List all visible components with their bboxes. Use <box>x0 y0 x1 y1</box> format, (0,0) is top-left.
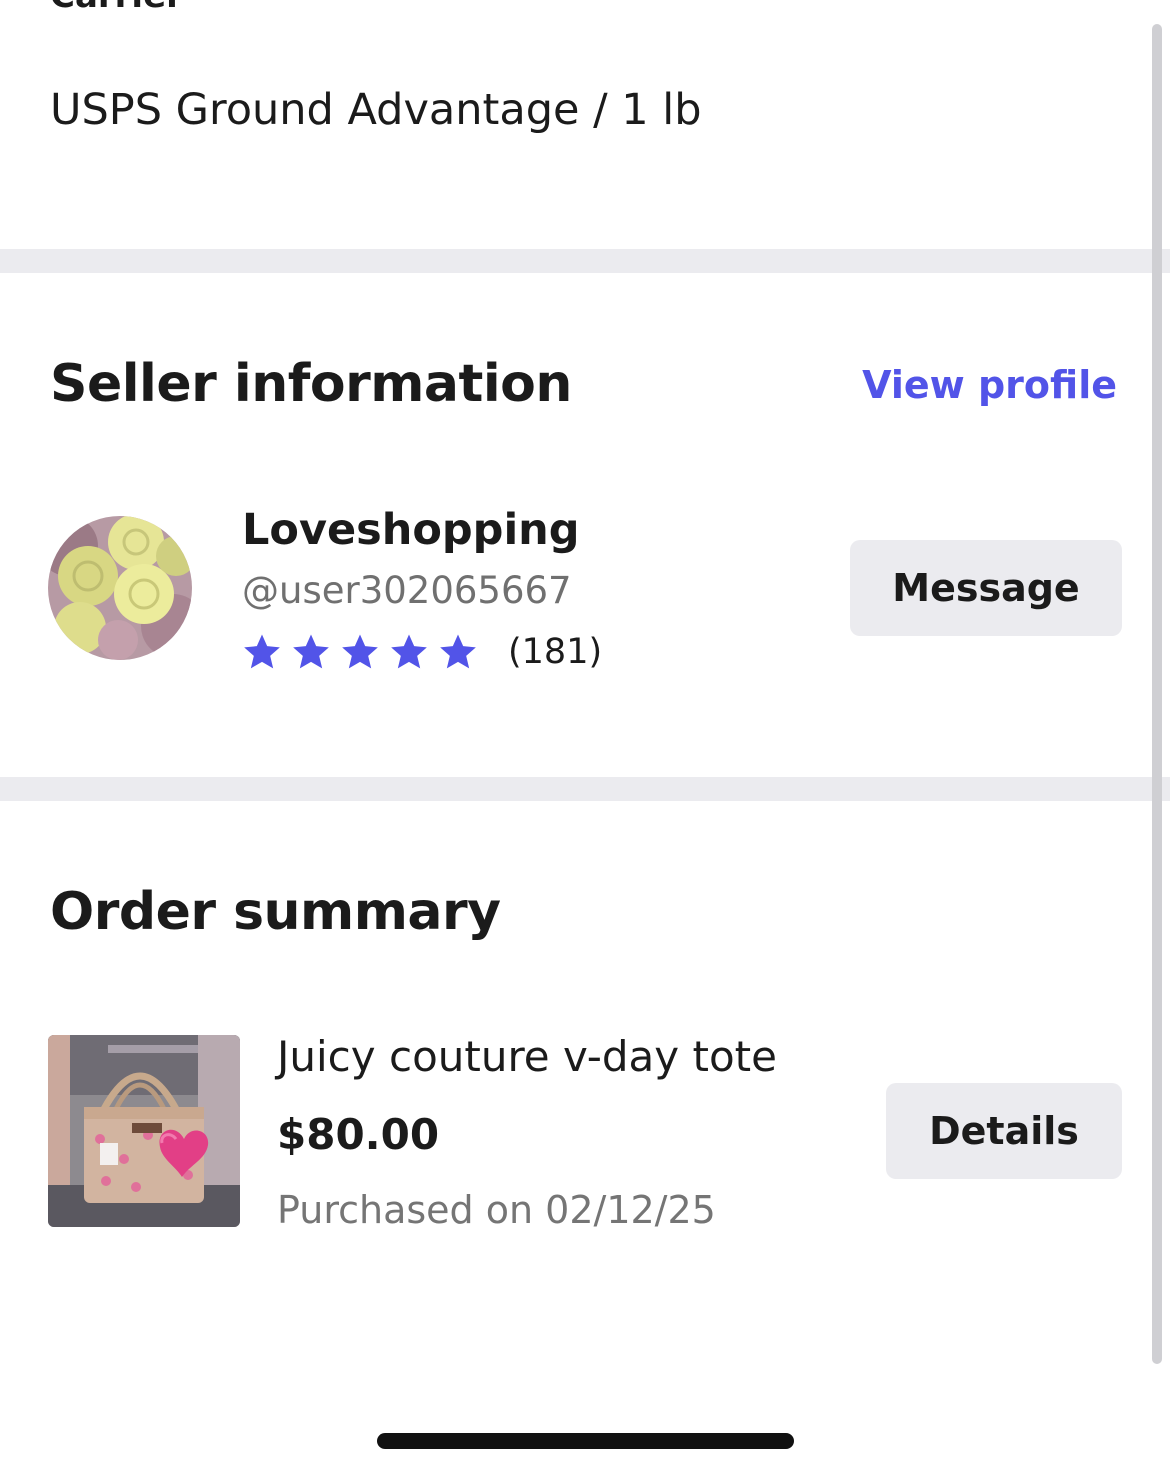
star-icon <box>244 634 280 669</box>
home-indicator[interactable] <box>377 1433 794 1449</box>
details-button[interactable]: Details <box>886 1083 1122 1179</box>
purchase-date: Purchased on 02/12/25 <box>277 1188 716 1232</box>
tote-bag-photo-icon <box>48 1035 240 1227</box>
rating-count: (181) <box>508 632 603 672</box>
carrier-value: USPS Ground Advantage / 1 lb <box>50 85 702 135</box>
roses-avatar-icon <box>48 516 192 660</box>
order-section-title: Order summary <box>50 882 501 942</box>
message-button[interactable]: Message <box>850 540 1122 636</box>
item-thumbnail[interactable] <box>48 1035 240 1227</box>
section-divider <box>0 249 1170 273</box>
seller-handle: @user302065667 <box>242 569 572 612</box>
star-icon <box>440 634 476 669</box>
seller-rating: (181) <box>242 628 602 676</box>
section-divider <box>0 777 1170 801</box>
star-icon <box>293 634 329 669</box>
item-title[interactable]: Juicy couture v-day tote <box>277 1030 777 1084</box>
seller-avatar[interactable] <box>48 516 192 660</box>
item-price: $80.00 <box>277 1110 440 1159</box>
seller-section-title: Seller information <box>50 354 572 414</box>
seller-name[interactable]: Loveshopping <box>242 504 580 556</box>
star-icon <box>342 634 378 669</box>
carrier-label: Carrier <box>50 0 183 16</box>
scrollbar[interactable] <box>1152 24 1162 1364</box>
view-profile-link[interactable]: View profile <box>862 362 1117 408</box>
star-icon <box>391 634 427 669</box>
